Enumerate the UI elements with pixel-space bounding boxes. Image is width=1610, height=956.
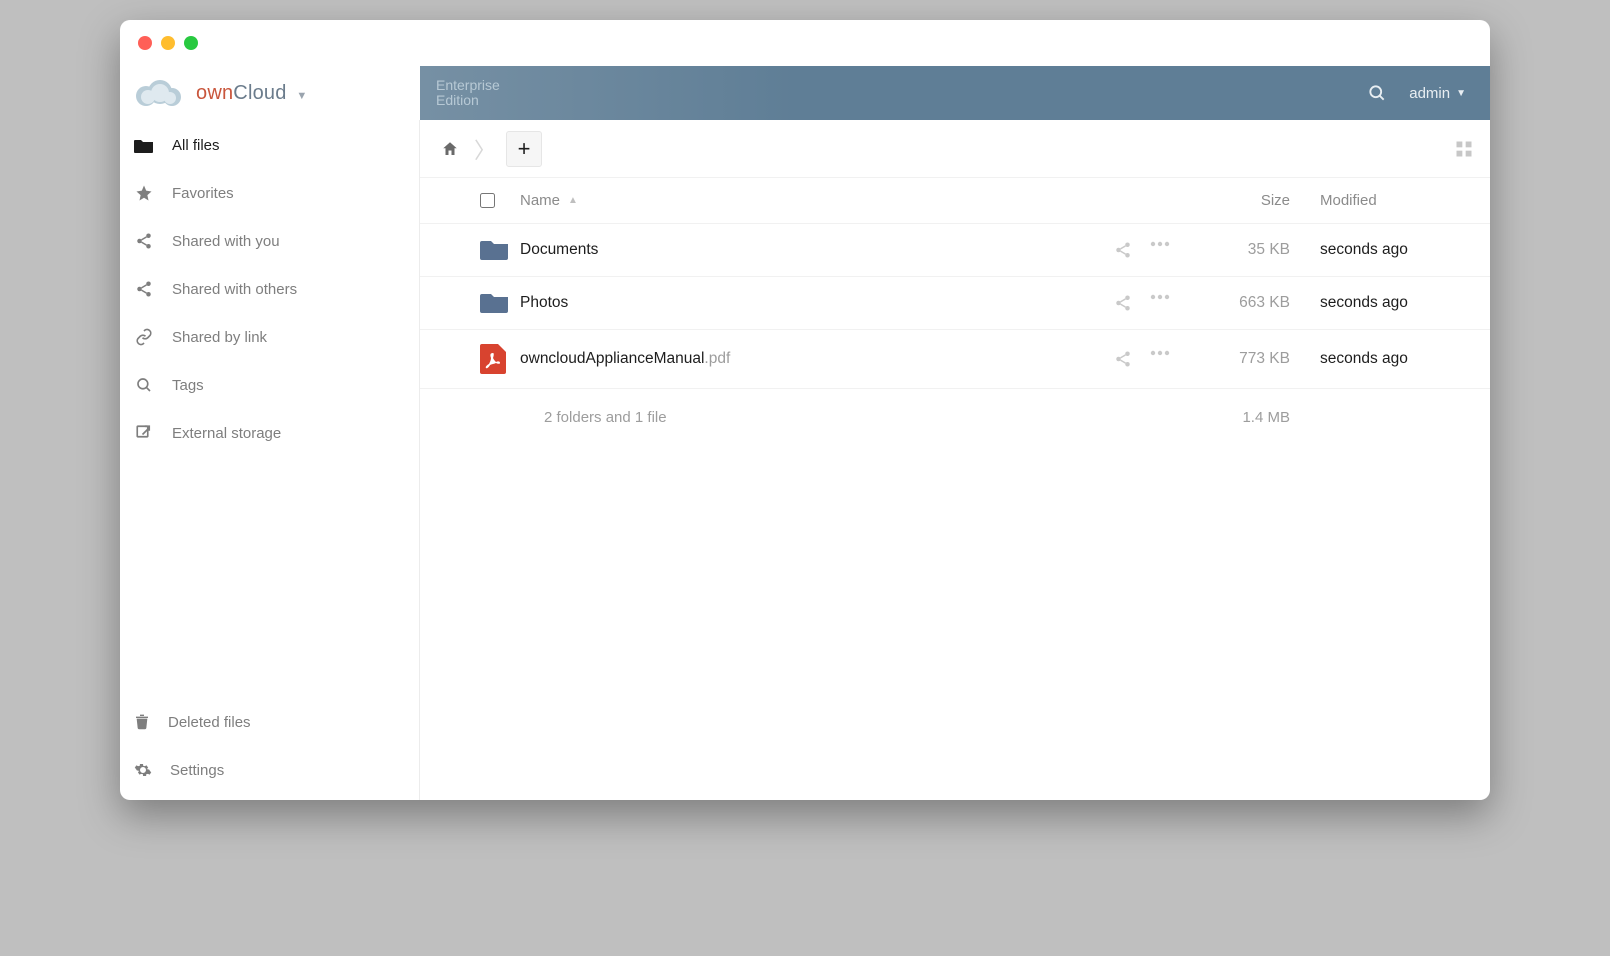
file-list: Documents35 KBseconds agoPhotos663 KBsec…	[420, 224, 1490, 389]
file-basename: Photos	[520, 294, 568, 311]
file-basename: owncloudApplianceManual	[520, 350, 704, 367]
file-name[interactable]: Documents	[520, 241, 1050, 259]
column-header-name[interactable]: Name ▲	[520, 192, 1050, 209]
file-actions	[1050, 241, 1170, 259]
column-modified-label: Modified	[1320, 192, 1377, 209]
summary-text: 2 folders and 1 file	[520, 409, 1170, 426]
breadcrumb-bar: 〉 +	[420, 120, 1490, 178]
edition-line2: Edition	[436, 93, 500, 108]
top-bar-right: Enterprise Edition admin ▼	[420, 66, 1490, 120]
sidebar-item-label: Favorites	[172, 185, 234, 202]
sidebar-nav: All files Favorites Shared with you	[120, 122, 419, 457]
view-grid-toggle[interactable]	[1454, 139, 1474, 159]
owncloud-logo-icon	[130, 76, 186, 110]
external-icon	[134, 424, 154, 442]
top-bar: ownCloud ▼ Enterprise Edition admin ▼	[120, 66, 1490, 120]
sidebar-item-label: Deleted files	[168, 714, 251, 731]
file-modified: seconds ago	[1290, 350, 1470, 368]
file-row[interactable]: Documents 35 KBseconds ago	[420, 224, 1490, 277]
file-list-summary: 2 folders and 1 file 1.4 MB	[420, 389, 1490, 446]
gear-icon	[134, 761, 152, 779]
window-zoom-button[interactable]	[184, 36, 198, 50]
sidebar-item-label: Tags	[172, 377, 204, 394]
caret-down-icon: ▼	[1456, 88, 1466, 99]
breadcrumb-separator-icon: 〉	[474, 133, 496, 165]
sidebar-item-tags[interactable]: Tags	[120, 361, 419, 409]
folder-icon	[480, 291, 520, 315]
file-actions	[1050, 294, 1170, 312]
share-icon	[134, 280, 154, 298]
edition-line1: Enterprise	[436, 78, 500, 93]
trash-icon	[134, 713, 150, 731]
summary-size: 1.4 MB	[1170, 409, 1290, 426]
file-name[interactable]: Photos	[520, 294, 1050, 312]
brand-area: ownCloud ▼	[120, 66, 420, 120]
file-size: 773 KB	[1170, 350, 1290, 368]
brand-own: own	[196, 82, 233, 104]
edition-label: Enterprise Edition	[436, 78, 500, 109]
sidebar-item-deleted-files[interactable]: Deleted files	[120, 698, 419, 746]
app-switcher[interactable]: ownCloud ▼	[196, 82, 307, 105]
column-size-label: Size	[1261, 192, 1290, 209]
more-actions-button[interactable]	[1150, 241, 1170, 259]
file-modified: seconds ago	[1290, 294, 1470, 312]
window-close-button[interactable]	[138, 36, 152, 50]
sidebar-item-label: All files	[172, 137, 220, 154]
user-menu[interactable]: admin ▼	[1409, 85, 1466, 102]
more-actions-button[interactable]	[1150, 294, 1170, 312]
breadcrumb-home[interactable]	[436, 135, 464, 163]
sidebar-item-all-files[interactable]: All files	[120, 122, 419, 169]
select-all[interactable]	[480, 193, 520, 208]
select-all-checkbox[interactable]	[480, 193, 495, 208]
more-actions-button[interactable]	[1150, 350, 1170, 368]
sidebar: All files Favorites Shared with you	[120, 120, 420, 800]
sidebar-item-shared-with-you[interactable]: Shared with you	[120, 217, 419, 265]
file-size: 663 KB	[1170, 294, 1290, 312]
sidebar-item-shared-with-others[interactable]: Shared with others	[120, 265, 419, 313]
sidebar-item-label: External storage	[172, 425, 281, 442]
column-name-label: Name	[520, 192, 560, 209]
sidebar-item-label: Shared with others	[172, 281, 297, 298]
sidebar-item-shared-by-link[interactable]: Shared by link	[120, 313, 419, 361]
window-minimize-button[interactable]	[161, 36, 175, 50]
user-name: admin	[1409, 85, 1450, 102]
folder-icon	[134, 138, 154, 154]
app-window: ownCloud ▼ Enterprise Edition admin ▼	[120, 20, 1490, 800]
sidebar-item-label: Settings	[170, 762, 224, 779]
share-icon	[134, 232, 154, 250]
file-size: 35 KB	[1170, 241, 1290, 259]
caret-down-icon: ▼	[296, 90, 307, 102]
sort-asc-icon: ▲	[568, 195, 578, 206]
main-area: 〉 + Name ▲ Size	[420, 120, 1490, 800]
file-row[interactable]: owncloudApplianceManual.pdf 773 KBseconds…	[420, 330, 1490, 389]
column-header-modified[interactable]: Modified	[1290, 192, 1470, 209]
brand-cloud: Cloud	[233, 82, 286, 104]
app-body: All files Favorites Shared with you	[120, 120, 1490, 800]
file-basename: Documents	[520, 241, 598, 258]
sidebar-item-external-storage[interactable]: External storage	[120, 409, 419, 457]
file-row[interactable]: Photos 663 KBseconds ago	[420, 277, 1490, 330]
file-actions	[1050, 350, 1170, 368]
search-icon[interactable]	[1367, 83, 1387, 103]
file-list-header: Name ▲ Size Modified	[420, 178, 1490, 224]
star-icon	[134, 184, 154, 202]
sidebar-item-label: Shared with you	[172, 233, 280, 250]
file-name[interactable]: owncloudApplianceManual.pdf	[520, 350, 1050, 368]
pdf-file-icon	[480, 344, 520, 374]
sidebar-item-label: Shared by link	[172, 329, 267, 346]
file-modified: seconds ago	[1290, 241, 1470, 259]
share-button[interactable]	[1114, 241, 1132, 259]
magnifier-icon	[134, 376, 154, 394]
new-button[interactable]: +	[506, 131, 542, 167]
link-icon	[134, 328, 154, 346]
file-extension: .pdf	[704, 350, 730, 367]
share-button[interactable]	[1114, 294, 1132, 312]
sidebar-item-settings[interactable]: Settings	[120, 746, 419, 794]
sidebar-bottom: Deleted files Settings	[120, 698, 419, 800]
sidebar-item-favorites[interactable]: Favorites	[120, 169, 419, 217]
column-header-size[interactable]: Size	[1170, 192, 1290, 209]
folder-icon	[480, 238, 520, 262]
share-button[interactable]	[1114, 350, 1132, 368]
window-titlebar	[120, 20, 1490, 66]
